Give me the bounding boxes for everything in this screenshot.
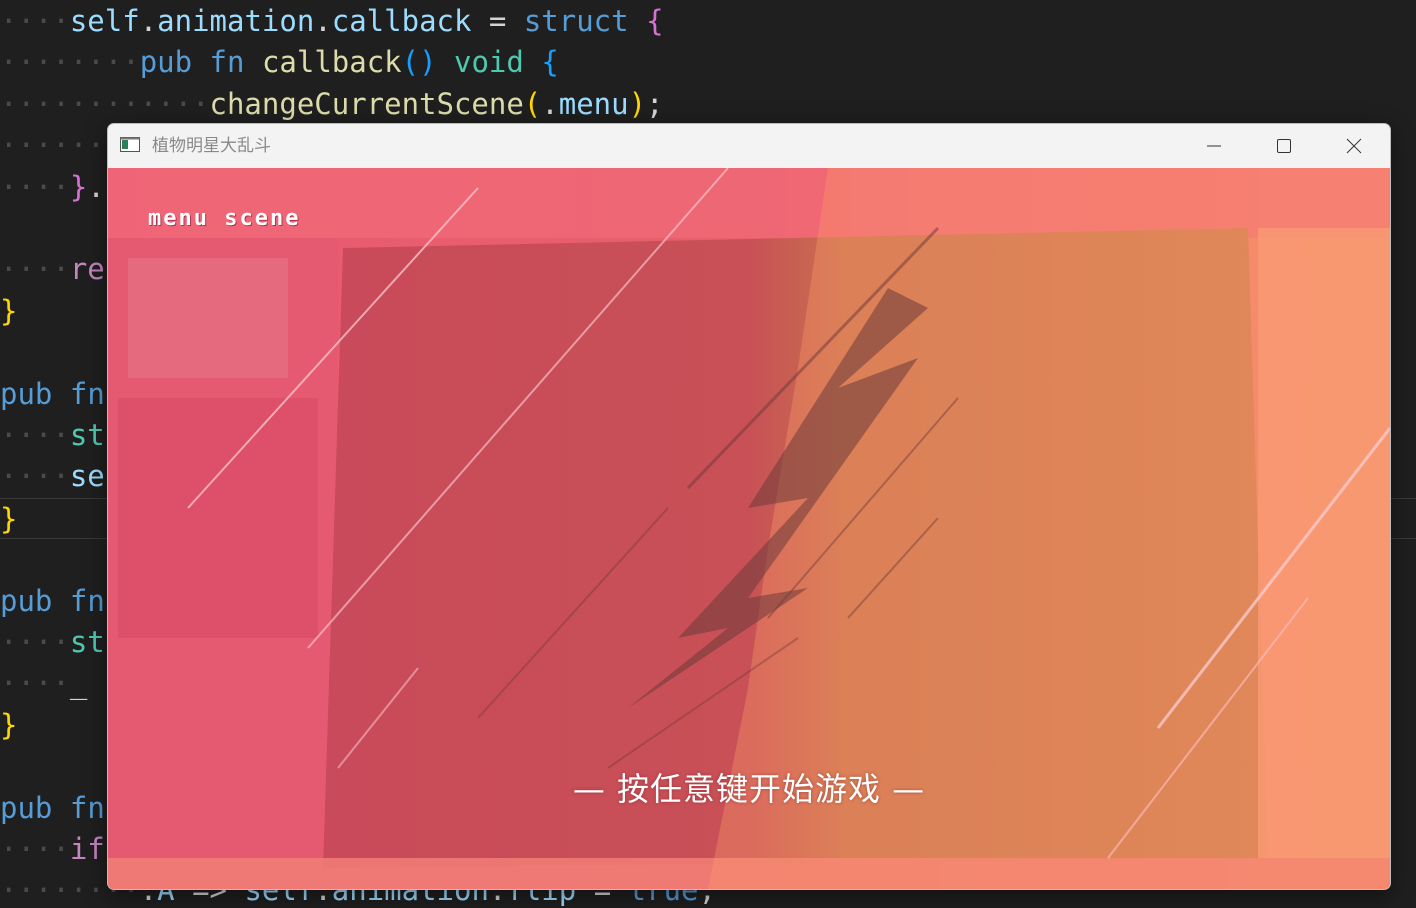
code-token: struct xyxy=(523,4,629,38)
indent-whitespace: ···· xyxy=(0,4,70,38)
code-token: callback xyxy=(331,4,472,38)
code-token: st xyxy=(69,418,105,452)
code-token: { xyxy=(646,4,664,38)
code-token: . xyxy=(541,86,559,121)
code-token: se xyxy=(69,459,105,494)
indent-whitespace: ········ xyxy=(0,45,140,80)
minimize-icon xyxy=(1207,145,1221,147)
code-line[interactable]: ········pub fn callback() void { xyxy=(0,42,1416,83)
game-window[interactable]: 植物明星大乱斗 menu scene — 按任意键开始游戏 — xyxy=(107,123,1391,890)
maximize-icon xyxy=(1277,139,1291,153)
code-token: pub xyxy=(139,45,193,80)
code-token: re xyxy=(69,252,105,287)
code-line[interactable]: ····self.animation.callback = struct { xyxy=(0,1,1416,42)
code-token: () xyxy=(401,45,437,80)
code-token: } xyxy=(0,707,18,742)
indent-whitespace: ···· xyxy=(0,625,70,659)
code-token: } xyxy=(0,501,18,536)
code-token: fn xyxy=(69,583,105,618)
window-title: 植物明星大乱斗 xyxy=(152,136,271,156)
indent-whitespace: ············ xyxy=(0,86,210,121)
code-line[interactable]: ············changeCurrentScene(.menu); xyxy=(0,84,1416,125)
code-token: pub xyxy=(0,376,53,411)
code-token: } xyxy=(0,293,18,328)
code-token: changeCurrentScene xyxy=(209,86,524,121)
code-token: fn xyxy=(69,790,105,825)
code-token: = xyxy=(471,4,524,38)
code-token: st xyxy=(69,625,105,659)
code-token: menu xyxy=(558,86,629,121)
app-window-icon xyxy=(120,137,140,152)
code-token: . xyxy=(87,169,105,204)
code-token: } xyxy=(69,169,88,204)
indent-whitespace: ···· xyxy=(0,832,70,866)
code-token: callback xyxy=(261,45,402,80)
code-token: pub xyxy=(0,583,53,618)
code-token: { xyxy=(541,45,559,80)
close-icon xyxy=(1346,138,1362,154)
code-token: animation xyxy=(157,4,315,38)
indent-whitespace: ···· xyxy=(0,418,70,452)
game-canvas[interactable]: menu scene — 按任意键开始游戏 — xyxy=(108,168,1390,889)
minimize-button[interactable] xyxy=(1179,124,1249,168)
indent-whitespace: ···· xyxy=(0,252,70,287)
code-token: void xyxy=(454,45,524,80)
indent-whitespace: ···· xyxy=(0,459,70,494)
maximize-button[interactable] xyxy=(1249,124,1319,168)
indent-whitespace: ···· xyxy=(0,169,70,204)
start-prompt: — 按任意键开始游戏 — xyxy=(572,770,926,808)
code-token: ) xyxy=(628,86,647,121)
title-bar[interactable]: 植物明星大乱斗 xyxy=(108,124,1390,168)
close-button[interactable] xyxy=(1319,124,1389,168)
code-token: . xyxy=(314,4,332,38)
code-token: if xyxy=(69,832,105,866)
code-token: self xyxy=(69,4,140,38)
code-token: pub xyxy=(0,790,53,825)
code-token: _ xyxy=(69,666,88,701)
code-token: ; xyxy=(646,86,664,121)
code-token: fn xyxy=(209,45,245,80)
code-token: . xyxy=(139,4,158,38)
scene-label: menu scene xyxy=(148,206,301,231)
code-token: ( xyxy=(523,86,542,121)
indent-whitespace: ···· xyxy=(0,666,70,701)
code-token: fn xyxy=(69,376,105,411)
